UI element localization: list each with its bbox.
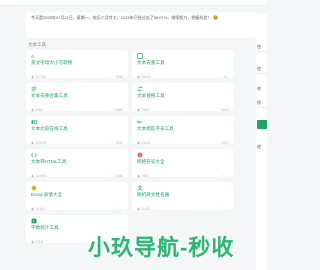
sidebar-divider xyxy=(257,73,267,74)
like-count: ♡ ... xyxy=(221,174,229,178)
sidebar-action-button[interactable] xyxy=(257,120,267,129)
tool-card[interactable]: 文本转HTML工具 ◉ 115941 ♡ 1040 xyxy=(26,149,128,178)
emoji-icon xyxy=(31,185,37,191)
tool-title: 文本替换工具 xyxy=(137,93,165,98)
like-count: ♡ 6... xyxy=(219,75,229,79)
tool-card[interactable]: © 网络符号大全 ◉ 7951 ♡ ... xyxy=(132,149,234,178)
like-count: ♡ 1917 xyxy=(216,141,229,145)
top-bar xyxy=(0,0,267,6)
tool-title: 英文字母大小写转换 xyxy=(31,60,73,65)
sidebar-divider xyxy=(257,51,267,52)
name-generator-icon xyxy=(137,185,143,191)
replace-icon xyxy=(137,86,143,92)
view-count: ◉ 115941 xyxy=(31,174,47,178)
view-count: ◉ 10181 xyxy=(31,207,46,211)
tool-title: 文本转HTML工具 xyxy=(31,159,67,164)
svg-text:©: © xyxy=(139,154,142,158)
tool-card[interactable]: 随机英文姓名器 ◉ 11401 ♡ ... xyxy=(132,182,234,211)
view-count: ◉ 4115 xyxy=(31,240,43,244)
compare-icon xyxy=(31,119,37,125)
reverse-text-icon xyxy=(137,120,143,124)
sidebar-label: 使 xyxy=(257,86,261,91)
sidebar-label: 搜 xyxy=(257,100,261,105)
right-sidebar: 使 使 使 搜 使 xyxy=(256,14,267,270)
like-count: ♡ 1960 xyxy=(110,108,123,112)
view-count: ◉ 9961 xyxy=(31,108,44,112)
site-watermark: 小玖导航-秒收 xyxy=(88,235,235,260)
tool-title: 文本去重合集工具 xyxy=(31,93,68,98)
tool-title: 文本比较在线工具 xyxy=(31,126,68,131)
tool-title: 随机英文姓名器 xyxy=(137,192,170,197)
sidebar-label: 使 xyxy=(257,44,261,49)
view-count: ◉ 117111 xyxy=(31,75,47,79)
tool-card[interactable]: 文本相反字号工具 ◉ 41101 ♡ 1917 xyxy=(132,116,234,145)
view-count: ◉ 115003 xyxy=(31,141,47,145)
tool-title: 文本去重工具 xyxy=(137,60,165,65)
like-count: ♡ 1040 xyxy=(110,174,123,178)
tool-title: 网络符号大全 xyxy=(137,159,165,164)
view-count: ◉ 7951 xyxy=(137,174,150,178)
like-count: ♡ ... xyxy=(221,207,229,211)
like-count: ♡ 1841 xyxy=(110,141,123,145)
text-case-icon: A xyxy=(31,54,35,59)
merge-icon xyxy=(31,86,37,92)
tool-title: Emoji 表情大全 xyxy=(31,192,63,197)
view-count: ◉ 15941 xyxy=(137,75,152,79)
notice-text: 今天是2025年07月21日，星期一，农历六月廿七，2025年已经过去了55.0… xyxy=(31,15,212,20)
word-count-icon: T xyxy=(31,218,37,224)
view-count: ◉ 7541 xyxy=(137,108,150,112)
tool-card[interactable]: A 英文字母大小写转换 ◉ 117111 ♡ 7994 xyxy=(26,50,128,79)
tool-card[interactable]: 文本去重合集工具 ◉ 9961 ♡ 1960 xyxy=(26,83,128,112)
tool-title: 字数统计工具 xyxy=(31,225,59,230)
view-count: ◉ 41101 xyxy=(137,141,151,145)
like-count: ♡ 1820 xyxy=(216,108,229,112)
sidebar-divider xyxy=(257,107,267,108)
sidebar-label: 使 xyxy=(257,66,261,71)
heart-emoji-icon xyxy=(213,15,219,20)
symbol-icon: © xyxy=(137,152,143,158)
dedupe-icon xyxy=(137,53,143,59)
html-code-icon xyxy=(31,153,37,157)
tool-card[interactable]: 文本替换工具 ◉ 7541 ♡ 1820 xyxy=(132,83,234,112)
tool-card[interactable]: Emoji 表情大全 ◉ 10181 ♡ ... xyxy=(26,182,128,211)
date-notice: 今天是2025年07月21日，星期一，农历六月廿七，2025年已经过去了55.0… xyxy=(26,12,256,38)
sidebar-label: 使 xyxy=(257,144,261,149)
section-title: 文本工具 xyxy=(28,42,46,47)
tool-card[interactable]: 文本比较在线工具 ◉ 115003 ♡ 1841 xyxy=(26,116,128,145)
view-count: ◉ 11401 xyxy=(137,207,151,211)
tool-title: 文本相反字号工具 xyxy=(137,126,174,131)
like-count: ♡ ... xyxy=(115,207,123,211)
like-count: ♡ 7994 xyxy=(110,75,123,79)
tool-card[interactable]: 文本去重工具 ◉ 15941 ♡ 6... xyxy=(132,50,234,79)
svg-text:A: A xyxy=(31,54,35,59)
